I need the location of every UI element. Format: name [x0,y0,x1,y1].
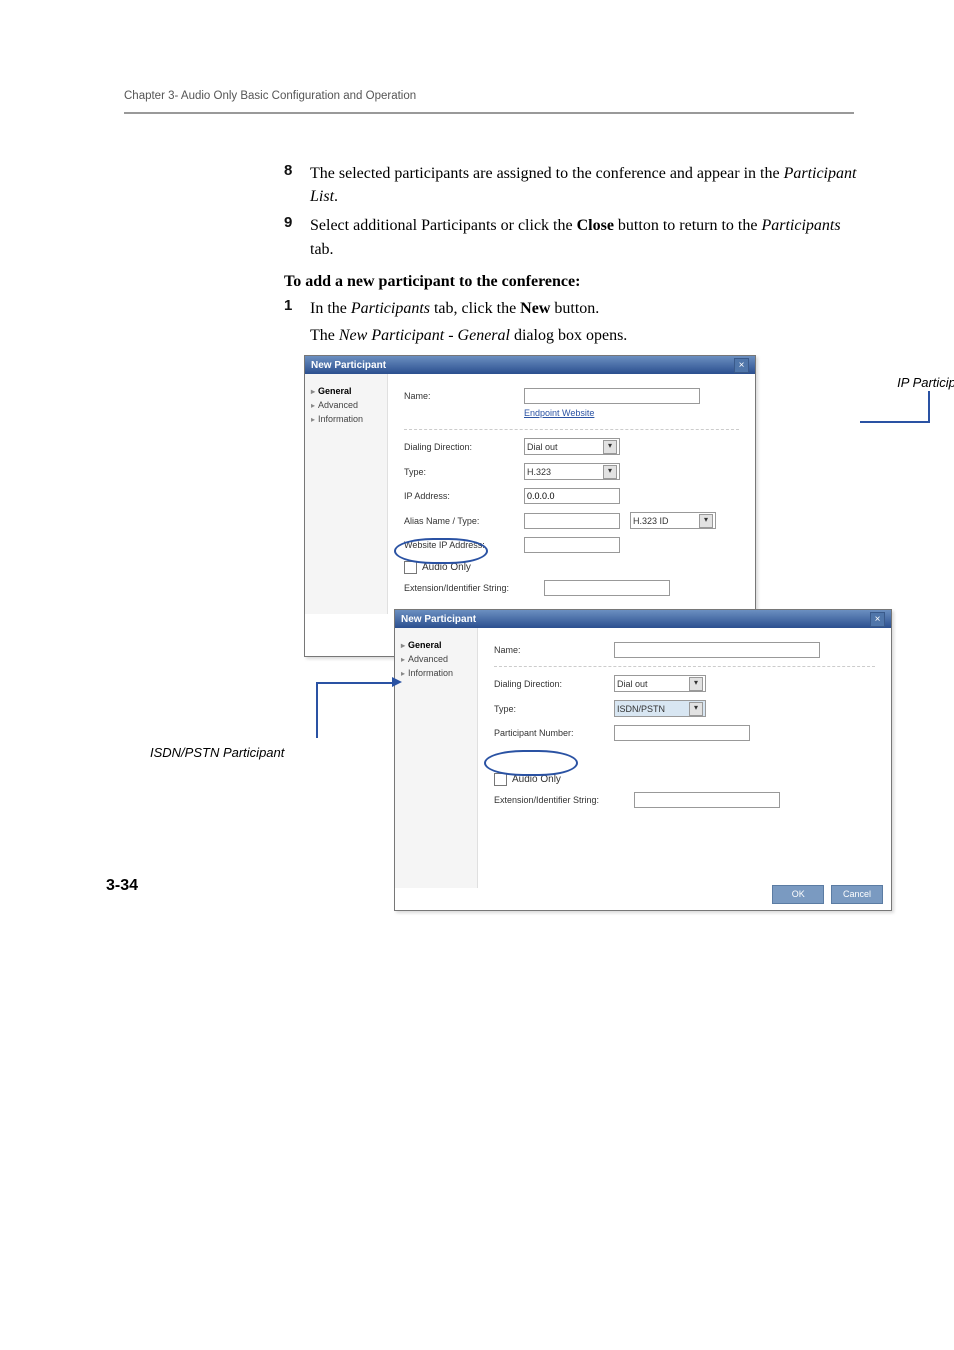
cancel-button[interactable]: Cancel [831,885,883,904]
alias-label: Alias Name / Type: [404,516,524,526]
ip-address-label: IP Address: [404,491,524,501]
isdn-callout-arm-v [316,682,318,738]
extension-label: Extension/Identifier String: [404,583,544,593]
ip-callout-arm-h [860,421,930,423]
isdn-callout-arm-h [316,682,394,684]
website-ip-label: Website IP Address: [404,540,524,550]
dialog-title: New Participant [311,360,386,371]
subheading: To add a new participant to the conferen… [284,273,864,291]
sidebar-item-general[interactable]: General [397,638,475,652]
ip-participant-callout: IP Participant [897,375,954,390]
dialing-direction-value: Dial out [527,442,558,452]
ip-callout-arm-v [928,391,930,423]
type-label: Type: [404,467,524,477]
step-1-para-b: dialog box opens. [510,327,627,344]
alias-type-value: H.323 ID [633,516,669,526]
step-9-text-b: button to return to the [614,217,762,234]
dialing-direction-value: Dial out [617,679,648,689]
name-input[interactable] [524,388,700,404]
participant-number-label: Participant Number: [494,728,614,738]
step-9-text-c: tab. [310,241,334,258]
step-8-text: The selected participants are assigned t… [310,162,864,208]
close-icon[interactable]: × [734,358,749,373]
type-label: Type: [494,704,614,714]
ip-address-input[interactable] [524,488,620,504]
step-9-text-bold: Close [577,217,614,234]
chevron-down-icon: ▾ [689,702,703,716]
name-label: Name: [494,645,614,655]
step-8-text-b: . [334,188,338,205]
step-1-bold: New [520,300,550,317]
alias-type-select[interactable]: H.323 ID ▾ [630,512,716,529]
step-1-text: In the Participants tab, click the New b… [310,297,864,347]
isdn-callout-arrowhead-icon [392,677,402,687]
extension-input[interactable] [544,580,670,596]
extension-label: Extension/Identifier String: [494,795,634,805]
alias-name-input[interactable] [524,513,620,529]
dialing-direction-label: Dialing Direction: [404,442,524,452]
type-select[interactable]: H.323 ▾ [524,463,620,480]
step-1-it1: Participants [351,300,430,317]
audio-only-checkbox[interactable] [404,561,417,574]
step-1-b: tab, click the [430,300,520,317]
chevron-down-icon: ▾ [699,514,713,528]
chevron-down-icon: ▾ [603,440,617,454]
dialing-direction-label: Dialing Direction: [494,679,614,689]
header-rule [124,112,854,114]
sidebar-item-advanced[interactable]: Advanced [307,398,385,412]
name-input[interactable] [614,642,820,658]
running-header: Chapter 3- Audio Only Basic Configuratio… [124,90,854,102]
dialog-title: New Participant [401,614,476,625]
sidebar-item-advanced[interactable]: Advanced [397,652,475,666]
sidebar-item-general[interactable]: General [307,384,385,398]
step-1-a: In the [310,300,351,317]
step-9-number: 9 [284,214,310,231]
close-icon[interactable]: × [870,612,885,627]
type-value: ISDN/PSTN [617,704,665,714]
page-number: 3-34 [106,877,138,895]
new-participant-dialog-isdn: New Participant × General Advanced Infor… [394,609,892,911]
type-value: H.323 [527,467,551,477]
website-ip-input[interactable] [524,537,620,553]
audio-only-label: Audio Only [512,774,561,785]
participant-number-input[interactable] [614,725,750,741]
endpoint-website-link[interactable]: Endpoint Website [524,408,594,418]
step-9-text: Select additional Participants or click … [310,214,864,260]
extension-input[interactable] [634,792,780,808]
step-1-para-it: New Participant - General [339,327,510,344]
step-8-number: 8 [284,162,310,179]
type-select[interactable]: ISDN/PSTN ▾ [614,700,706,717]
step-9-text-it: Participants [761,217,840,234]
audio-only-checkbox[interactable] [494,773,507,786]
step-1-number: 1 [284,297,310,314]
sidebar-item-information[interactable]: Information [397,666,475,680]
audio-only-label: Audio Only [422,562,471,573]
step-8-text-a: The selected participants are assigned t… [310,165,784,182]
sidebar-item-information[interactable]: Information [307,412,385,426]
dialing-direction-select[interactable]: Dial out ▾ [524,438,620,455]
chevron-down-icon: ▾ [603,465,617,479]
step-9-text-a: Select additional Participants or click … [310,217,577,234]
chevron-down-icon: ▾ [689,677,703,691]
step-1-c: button. [550,300,599,317]
name-label: Name: [404,391,524,401]
ok-button[interactable]: OK [772,885,824,904]
step-1-para-a: The [310,327,339,344]
isdn-participant-callout: ISDN/PSTN Participant [150,745,284,760]
dialing-direction-select[interactable]: Dial out ▾ [614,675,706,692]
